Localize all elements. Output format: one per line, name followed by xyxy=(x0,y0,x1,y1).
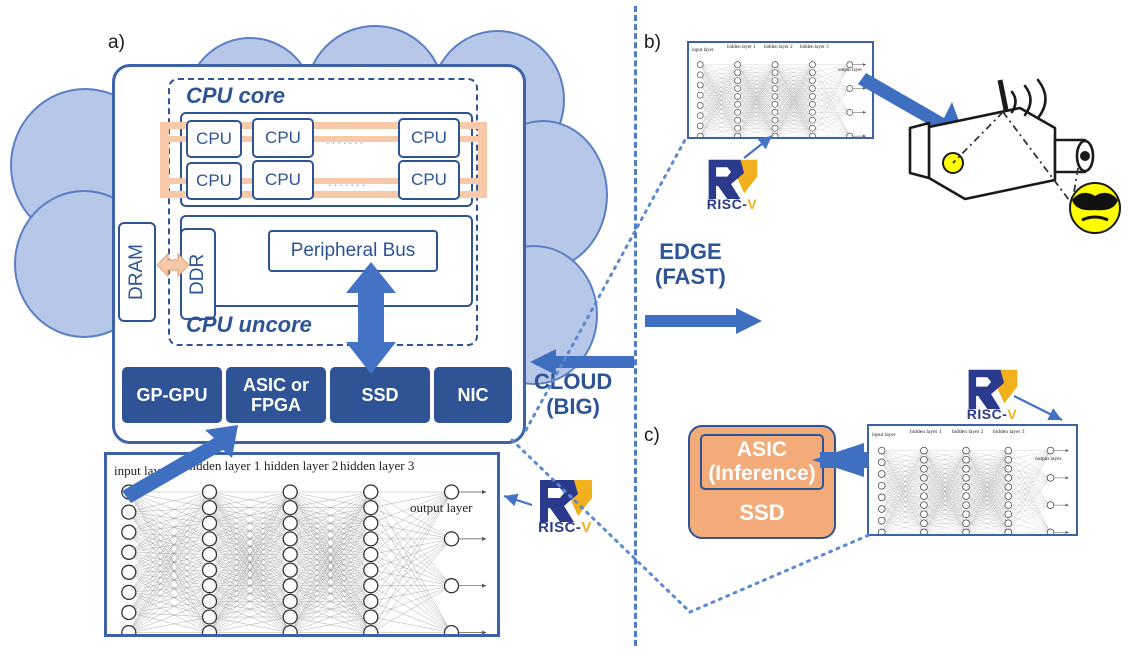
cpu-uncore-title: CPU uncore xyxy=(186,312,312,337)
edge-caption-line2: (FAST) xyxy=(655,263,726,289)
panel-b-nn-input-label: input layer xyxy=(692,48,714,53)
riscv-word-dark: RISC- xyxy=(966,406,1008,422)
accel-asic-fpga[interactable]: ASIC or FPGA xyxy=(226,367,326,423)
edge-cloud-divider xyxy=(634,6,637,646)
figure-canvas: a) CPU core CPU CPU ....... CPU CPU CPU … xyxy=(0,0,1137,653)
panel-c-nn-frame xyxy=(867,424,1078,536)
panel-c-asic-inference-box: ASIC (Inference) xyxy=(700,434,824,490)
cpu-core-r1-c1: CPU xyxy=(186,120,242,158)
riscv-word-gold: V xyxy=(581,519,592,536)
riscv-b-leader xyxy=(743,135,773,159)
riscv-word-gold: V xyxy=(747,196,758,212)
panel-a-nn-graph xyxy=(121,484,487,634)
cpu-core-r2-c1: CPU xyxy=(186,162,242,200)
accel-gp-gpu[interactable]: GP-GPU xyxy=(122,367,222,423)
cpu-core-title: CPU core xyxy=(186,83,286,108)
panel-c-nn-hidden1-label: hidden layer 1 xyxy=(910,429,942,435)
panel-c-nn-hidden3-label: hidden layer 3 xyxy=(993,429,1025,435)
panel-b-nn-hidden2-label: hidden layer 2 xyxy=(764,45,793,50)
riscv-word-dark: RISC- xyxy=(538,519,582,536)
accel-gp-gpu-label: GP-GPU xyxy=(136,384,208,405)
cloud-big-caption: CLOUD (BIG) xyxy=(534,369,613,419)
panel-b-riscv-wordmark: RISC-V xyxy=(703,196,761,212)
accel-ssd[interactable]: SSD xyxy=(330,367,430,423)
cpu-core-r1-c3: CPU xyxy=(398,118,460,158)
wireless-signal-icon xyxy=(1010,78,1047,120)
accel-nic-label: NIC xyxy=(457,384,489,405)
panel-b-nn-hidden3-label: hidden layer 3 xyxy=(800,45,829,50)
cpu-bus-right xyxy=(478,122,487,198)
cpu-bus-left xyxy=(160,122,169,198)
peripheral-bus-box: Peripheral Bus xyxy=(268,230,438,272)
panel-a-riscv-logo: RISC-V xyxy=(534,476,596,538)
panel-b-nn-hidden1-label: hidden layer 1 xyxy=(727,45,756,50)
panel-b-nn-to-camera-arrow xyxy=(858,73,966,143)
panel-c-nn-output-label: output layer xyxy=(1035,456,1062,462)
panel-c-riscv-logo: RISC-V xyxy=(963,366,1021,424)
ddr-box: DDR xyxy=(180,228,216,320)
dram-box: DRAM xyxy=(118,222,156,322)
accel-nic[interactable]: NIC xyxy=(434,367,512,423)
panel-c-ssd-label: SSD xyxy=(739,500,785,525)
panel-b-nn-output-label: output layer xyxy=(838,68,863,73)
riscv-c-leader xyxy=(1013,395,1063,421)
accel-asic-fpga-label: ASIC or FPGA xyxy=(242,374,309,415)
panel-a-riscv-wordmark: RISC-V xyxy=(534,519,596,536)
panel-b-label: b) xyxy=(644,32,661,53)
accel-ssd-label: SSD xyxy=(361,384,399,405)
panel-c-nn-input-label: input layer xyxy=(872,432,896,438)
riscv-word-dark: RISC- xyxy=(706,196,748,212)
asic-label-line1: ASIC xyxy=(736,437,788,461)
panel-a-nn-hidden1-label: hidden layer 1 xyxy=(186,458,261,473)
zoom-leader-to-panel-c-upper xyxy=(688,533,871,614)
cpu-core-r1-c2: CPU xyxy=(252,118,314,158)
panel-b-nn-frame xyxy=(687,41,874,139)
panel-c-nn-graph xyxy=(877,446,1069,534)
panel-b-riscv-logo: RISC-V xyxy=(703,156,761,214)
panel-a-nn-frame xyxy=(104,452,500,637)
panel-a-nn-hidden3-label: hidden layer 3 xyxy=(340,458,415,473)
cloud-caption-line1: CLOUD xyxy=(534,369,613,394)
cloud-caption-line2: (BIG) xyxy=(546,393,600,419)
panel-c-nn-hidden2-label: hidden layer 2 xyxy=(952,429,984,435)
panel-c-label: c) xyxy=(644,425,660,446)
panel-a-label: a) xyxy=(108,32,125,53)
surveillance-camera-icon xyxy=(908,79,1095,201)
riscv-word-gold: V xyxy=(1007,406,1018,422)
panel-a-nn-output-label: output layer xyxy=(410,500,473,515)
cpu-row2-ellipsis: ....... xyxy=(328,174,368,189)
cpu-core-r2-c3: CPU xyxy=(398,160,460,200)
panel-c-riscv-wordmark: RISC-V xyxy=(963,406,1021,422)
panel-b-nn-graph xyxy=(696,61,866,137)
edge-fast-arrow xyxy=(645,308,762,334)
edge-fast-caption: EDGE (FAST) xyxy=(655,239,726,289)
cpu-row1-ellipsis: ....... xyxy=(326,132,366,147)
masked-face-icon xyxy=(1069,182,1121,234)
panel-a-nn-input-label: input layer xyxy=(114,463,170,478)
camera-detection-lines xyxy=(952,111,1079,205)
camera-indicator-light xyxy=(942,152,964,174)
panel-a-nn-hidden2-label: hidden layer 2 xyxy=(264,458,339,473)
cpu-core-r2-c2: CPU xyxy=(252,160,314,200)
edge-caption-line1: EDGE xyxy=(659,239,722,264)
riscv-a-leader xyxy=(503,493,533,507)
asic-label-line2: (Inference) xyxy=(708,462,816,485)
